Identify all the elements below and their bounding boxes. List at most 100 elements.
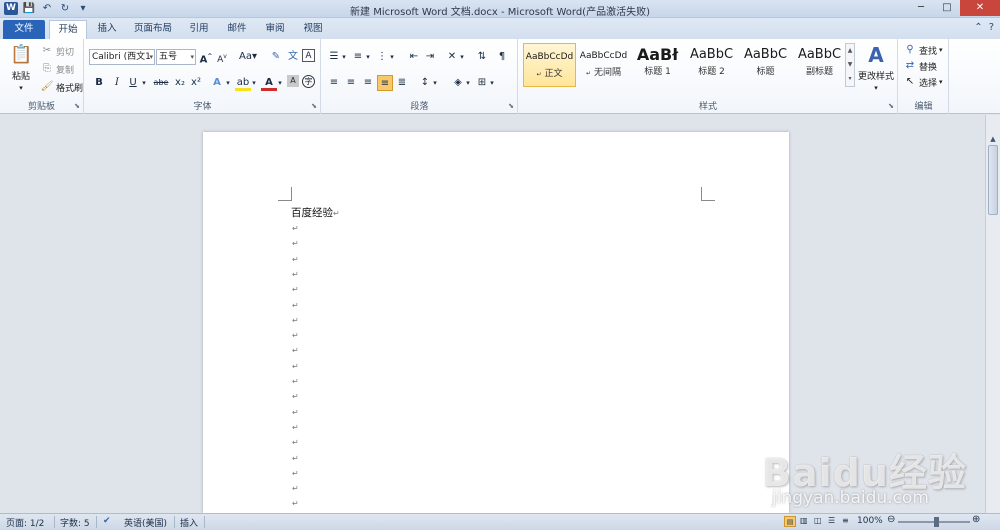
chevron-down-icon[interactable]: ▾ <box>464 75 472 91</box>
align-center-icon[interactable]: ≡ <box>343 75 359 91</box>
style-heading-2[interactable]: AaBbC 标题 2 <box>685 43 738 87</box>
tab-references[interactable]: 引用 <box>184 20 214 39</box>
help-icon[interactable]: ? <box>989 22 994 33</box>
change-styles-icon: A <box>868 43 884 67</box>
subscript-button[interactable]: x₂ <box>172 75 188 91</box>
page-count[interactable]: 页面: 1/2 <box>6 516 44 529</box>
change-styles-button[interactable]: A 更改样式 ▾ <box>857 43 895 92</box>
web-layout-icon[interactable]: ◫ <box>814 516 822 525</box>
align-right-icon[interactable]: ≡ <box>360 75 376 91</box>
superscript-button[interactable]: x² <box>188 75 204 91</box>
enclose-characters-icon[interactable]: 字 <box>302 75 315 88</box>
paste-icon: 📋 <box>10 44 33 65</box>
chevron-down-icon[interactable]: ▾ <box>224 75 232 91</box>
font-size-select[interactable]: 五号 ▾ <box>156 49 196 65</box>
print-layout-icon[interactable]: ▤ <box>784 516 796 527</box>
dialog-launcher-icon[interactable]: ⬊ <box>888 102 894 110</box>
chevron-down-icon[interactable]: ▾ <box>388 49 396 65</box>
paragraph-group: ☰ ▾ ≡ ▾ ⋮ ▾ ⇤ ⇥ ✕ ▾ ⇅ ¶ ≡ ≡ ≡ ≡ ≣ ↕ ▾ ◈ … <box>322 39 518 114</box>
tab-view[interactable]: 视图 <box>298 20 328 39</box>
text-effects-icon[interactable]: A <box>209 75 225 91</box>
paragraph-mark: ↵ <box>292 453 299 463</box>
phonetic-guide-icon[interactable]: 文 <box>285 49 301 65</box>
format-painter-button[interactable]: 🖌 格式刷 <box>40 80 83 94</box>
chevron-down-icon[interactable]: ▾ <box>431 75 439 91</box>
chevron-down-icon[interactable]: ▾ <box>140 75 148 91</box>
paragraph-mark: ↵ <box>292 224 299 233</box>
zoom-out-icon[interactable]: ⊖ <box>887 514 895 525</box>
style-heading-1[interactable]: AaBł 标题 1 <box>631 43 684 87</box>
tab-home[interactable]: 开始 <box>49 20 87 39</box>
scroll-thumb[interactable] <box>988 145 998 215</box>
font-color-icon[interactable]: A <box>261 75 277 91</box>
replace-button[interactable]: ⇄ 替换 <box>903 59 937 73</box>
tab-page-layout[interactable]: 页面布局 <box>130 20 176 39</box>
draft-icon[interactable]: ≡ <box>842 516 849 525</box>
font-name-select[interactable]: Calibri (西文1 ▾ <box>89 49 155 65</box>
style-no-spacing[interactable]: AaBbCcDd ↵ 无间隔 <box>577 43 630 87</box>
dialog-launcher-icon[interactable]: ⬊ <box>74 102 80 110</box>
tab-review[interactable]: 审阅 <box>260 20 290 39</box>
justify-icon[interactable]: ≡ <box>377 75 393 91</box>
styles-group: AaBbCcDd ↵ 正文 AaBbCcDd ↵ 无间隔 AaBł 标题 1 A… <box>519 39 898 114</box>
proofing-icon[interactable]: ✔ <box>103 516 111 526</box>
decrease-indent-icon[interactable]: ⇤ <box>406 49 422 65</box>
align-left-icon[interactable]: ≡ <box>326 75 342 91</box>
change-case-button[interactable]: Aa▾ <box>237 49 259 65</box>
distributed-icon[interactable]: ≣ <box>394 75 410 91</box>
chevron-down-icon: ▾ <box>190 53 194 61</box>
tab-mailings[interactable]: 邮件 <box>222 20 252 39</box>
find-button[interactable]: ⚲ 查找 ▾ <box>903 43 942 57</box>
chevron-down-icon[interactable]: ▾ <box>276 75 284 91</box>
paragraph-mark: ↵ <box>292 468 299 478</box>
paragraph-mark: ↵ <box>292 422 299 432</box>
chevron-down-icon[interactable]: ▾ <box>364 49 372 65</box>
chevron-down-icon[interactable]: ▾ <box>340 49 348 65</box>
character-shading-icon[interactable]: A <box>287 75 299 87</box>
full-screen-reading-icon[interactable]: ▥ <box>800 516 808 525</box>
language-indicator[interactable]: 英语(美国) <box>124 516 167 529</box>
underline-button[interactable]: U <box>125 75 141 91</box>
zoom-in-icon[interactable]: ⊕ <box>972 514 980 525</box>
copy-button[interactable]: ⎘ 复制 <box>40 62 74 76</box>
tab-file[interactable]: 文件 <box>3 20 45 39</box>
style-normal[interactable]: AaBbCcDd ↵ 正文 <box>523 43 576 87</box>
increase-indent-icon[interactable]: ⇥ <box>422 49 438 65</box>
document-page[interactable]: 百度经验↵ ↵ ↵ ↵ ↵ ↵ ↵ ↵ ↵ ↵ ↵ ↵ ↵ ↵ ↵ ↵ ↵ ↵ ↵ ↵ <box>203 132 789 513</box>
dialog-launcher-icon[interactable]: ⬊ <box>311 102 317 110</box>
style-title[interactable]: AaBbC 标题 <box>739 43 792 87</box>
character-border-icon[interactable]: A <box>302 49 315 62</box>
tab-insert[interactable]: 插入 <box>92 20 122 39</box>
highlight-icon[interactable]: ab <box>235 75 251 91</box>
style-subtitle[interactable]: AaBbC 副标题 <box>793 43 846 87</box>
zoom-slider-thumb[interactable] <box>934 517 939 527</box>
chevron-down-icon[interactable]: ▾ <box>458 49 466 65</box>
paste-button[interactable]: 📋 粘贴 ▾ <box>8 43 34 92</box>
vertical-scrollbar[interactable]: ▲ <box>985 115 1000 513</box>
minimize-button[interactable]: ─ <box>908 0 934 16</box>
clear-formatting-icon[interactable]: ✎ <box>268 49 284 65</box>
show-marks-icon[interactable]: ¶ <box>494 49 510 65</box>
document-first-line[interactable]: 百度经验↵ <box>291 205 340 220</box>
ribbon-minimize-icon[interactable]: ⌃ <box>974 22 982 33</box>
word-count[interactable]: 字数: 5 <box>60 516 90 529</box>
zoom-level[interactable]: 100% <box>857 516 883 526</box>
outline-icon[interactable]: ☰ <box>828 516 835 525</box>
cut-button[interactable]: ✂ 剪切 <box>40 44 74 58</box>
shrink-font-button[interactable]: Av <box>214 49 230 65</box>
insert-mode-indicator[interactable]: 插入 <box>180 516 198 529</box>
chevron-down-icon[interactable]: ▾ <box>250 75 258 91</box>
scroll-up-icon[interactable]: ▲ <box>987 133 999 145</box>
style-gallery-scroll[interactable]: ▲ ▼ ▾ <box>845 43 855 87</box>
close-button[interactable]: ✕ <box>960 0 1000 16</box>
grow-font-button[interactable]: A^ <box>198 49 214 65</box>
sort-icon[interactable]: ⇅ <box>474 49 490 65</box>
dialog-launcher-icon[interactable]: ⬊ <box>508 102 514 110</box>
chevron-down-icon: ▾ <box>874 84 878 92</box>
select-button[interactable]: ↖ 选择 ▾ <box>903 75 943 89</box>
chevron-down-icon[interactable]: ▾ <box>488 75 496 91</box>
strikethrough-button[interactable]: abe <box>151 75 171 91</box>
italic-button[interactable]: I <box>109 75 125 91</box>
maximize-button[interactable]: □ <box>934 0 960 16</box>
bold-button[interactable]: B <box>91 75 107 91</box>
